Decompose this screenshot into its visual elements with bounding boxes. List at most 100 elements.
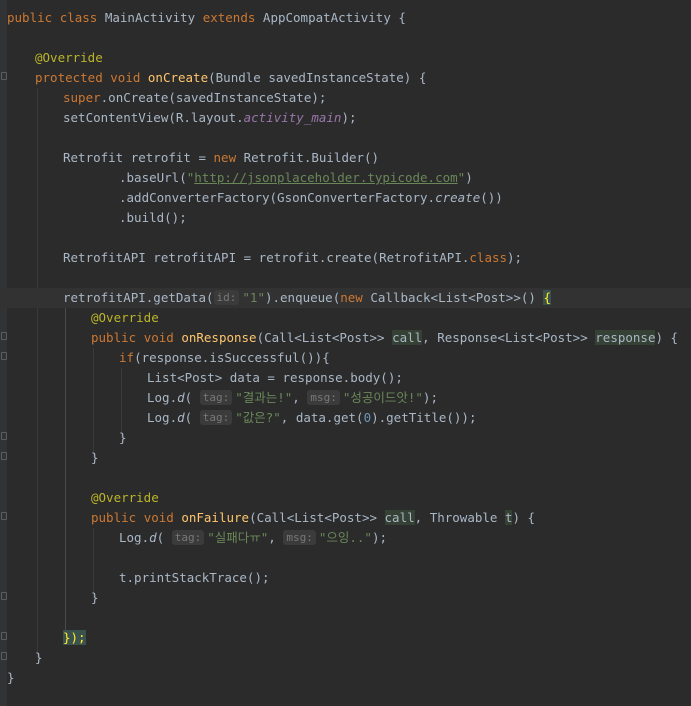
code-line[interactable]: } <box>0 668 691 688</box>
code-line[interactable]: t.printStackTrace(); <box>0 568 691 588</box>
brace: } <box>91 590 99 605</box>
matched-brace: }); <box>63 630 86 645</box>
code-text: ) { <box>655 330 679 345</box>
annotation: @Override <box>35 50 103 65</box>
code-text: , <box>268 530 284 545</box>
code-line[interactable]: public void onFailure(Call<List<Post>> c… <box>0 508 691 528</box>
code-text: ) { <box>512 510 536 525</box>
params: (Bundle savedInstanceState) { <box>208 70 427 85</box>
string-literal: "1" <box>242 290 265 305</box>
param-hint: tag: <box>171 530 205 545</box>
code-text: Retrofit.Builder() <box>236 150 380 165</box>
param-hint: id: <box>213 290 240 305</box>
code-text: List<Post> data = response.body(); <box>147 370 403 385</box>
static-method: create <box>435 190 481 205</box>
keyword: class <box>469 250 508 265</box>
code-text: .build(); <box>119 210 187 225</box>
class-name: MainActivity <box>104 10 196 25</box>
string-literal: "으잉.." <box>318 530 372 545</box>
code-line[interactable]: } <box>0 588 691 608</box>
code-area[interactable]: public class MainActivity extends AppCom… <box>0 0 691 706</box>
code-text: .baseUrl( <box>119 170 187 185</box>
code-text: .onCreate(savedInstanceState); <box>100 90 327 105</box>
code-text: Log. <box>119 530 150 545</box>
code-line-current[interactable]: retrofitAPI.getData(id: "1").enqueue(new … <box>0 288 691 308</box>
code-line[interactable]: Retrofit retrofit = new Retrofit.Builder… <box>0 148 691 168</box>
code-text: ( <box>184 410 193 425</box>
keyword: protected <box>35 70 103 85</box>
keyword: public <box>91 330 137 345</box>
code-line[interactable]: Log.d( tag: "결과는!", msg: "성공이드앗!"); <box>0 388 691 408</box>
brace: } <box>7 670 15 685</box>
code-text: ); <box>422 390 438 405</box>
code-line[interactable]: public void onResponse(Call<List<Post>> … <box>0 328 691 348</box>
code-text: Callback<List<Post>>() <box>362 290 544 305</box>
keyword: new <box>340 290 363 305</box>
code-editor[interactable]: public class MainActivity extends AppCom… <box>0 0 691 706</box>
code-text: Log. <box>147 390 178 405</box>
code-line[interactable]: RetrofitAPI retrofitAPI = retrofit.creat… <box>0 248 691 268</box>
code-line[interactable]: } <box>0 448 691 468</box>
method-name: onCreate <box>147 70 209 85</box>
code-line[interactable]: Log.d( tag: "실패다ㅠ", msg: "으잉.."); <box>0 528 691 548</box>
code-text: , <box>292 390 308 405</box>
code-text: Log. <box>147 410 178 425</box>
code-line[interactable]: } <box>0 428 691 448</box>
code-text: ).getTitle()); <box>371 410 477 425</box>
code-line[interactable]: @Override <box>0 308 691 328</box>
keyword: void <box>143 510 174 525</box>
code-text: Retrofit retrofit = <box>63 150 214 165</box>
matched-brace: { <box>543 290 551 305</box>
string-literal: "실패다ㅠ" <box>207 530 269 545</box>
code-line[interactable]: setContentView(R.layout.activity_main); <box>0 108 691 128</box>
code-text: ) <box>465 170 473 185</box>
code-line[interactable]: protected void onCreate(Bundle savedInst… <box>0 68 691 88</box>
code-text: t.printStackTrace(); <box>119 570 270 585</box>
code-line[interactable]: public class MainActivity extends AppCom… <box>0 8 691 28</box>
param-call: call <box>384 510 415 525</box>
code-text: ).enqueue( <box>264 290 341 305</box>
keyword: public <box>7 10 53 25</box>
number-literal: 0 <box>363 410 372 425</box>
code-text: setContentView(R.layout. <box>63 110 244 125</box>
code-text: , Response<List<Post>> <box>422 330 596 345</box>
param-hint: tag: <box>199 410 233 425</box>
code-line[interactable]: .baseUrl("http://jsonplaceholder.typicod… <box>0 168 691 188</box>
keyword: new <box>213 150 237 165</box>
code-line[interactable]: }); <box>0 628 691 648</box>
code-line[interactable]: .build(); <box>0 208 691 228</box>
keyword: class <box>59 10 98 25</box>
static-method: d <box>177 410 185 425</box>
code-line[interactable]: @Override <box>0 488 691 508</box>
keyword: if <box>119 350 135 365</box>
code-line[interactable]: @Override <box>0 48 691 68</box>
string-literal: "성공이드앗!" <box>342 390 423 405</box>
param-hint: tag: <box>199 390 233 405</box>
code-text: ( <box>184 390 193 405</box>
code-text: ()) <box>480 190 503 205</box>
code-line[interactable]: } <box>0 648 691 668</box>
param-response: response <box>595 330 656 345</box>
brace: } <box>119 430 127 445</box>
code-line[interactable]: super.onCreate(savedInstanceState); <box>0 88 691 108</box>
code-line[interactable]: List<Post> data = response.body(); <box>0 368 691 388</box>
code-line[interactable]: if(response.isSuccessful()){ <box>0 348 691 368</box>
code-text: ( <box>156 530 165 545</box>
code-line[interactable]: .addConverterFactory(GsonConverterFactor… <box>0 188 691 208</box>
code-line[interactable]: Log.d( tag: "값은?", data.get(0).getTitle()… <box>0 408 691 428</box>
method-name: onResponse <box>181 330 257 345</box>
code-text: ); <box>371 530 387 545</box>
code-text: , data.get( <box>280 410 364 425</box>
keyword: super <box>63 90 101 105</box>
parent-class: AppCompatActivity <box>262 10 391 25</box>
code-text: .addConverterFactory(GsonConverterFactor… <box>119 190 436 205</box>
brace: } <box>91 450 99 465</box>
brace: } <box>35 650 43 665</box>
static-method: d <box>177 390 185 405</box>
method-name: onFailure <box>181 510 250 525</box>
keyword: void <box>110 70 141 85</box>
code-text: (Call<List<Post>> <box>249 510 385 525</box>
keyword: extends <box>202 10 256 25</box>
url-link[interactable]: http://jsonplaceholder.typicode.com <box>194 170 457 185</box>
code-text: (Call<List<Post>> <box>256 330 393 345</box>
